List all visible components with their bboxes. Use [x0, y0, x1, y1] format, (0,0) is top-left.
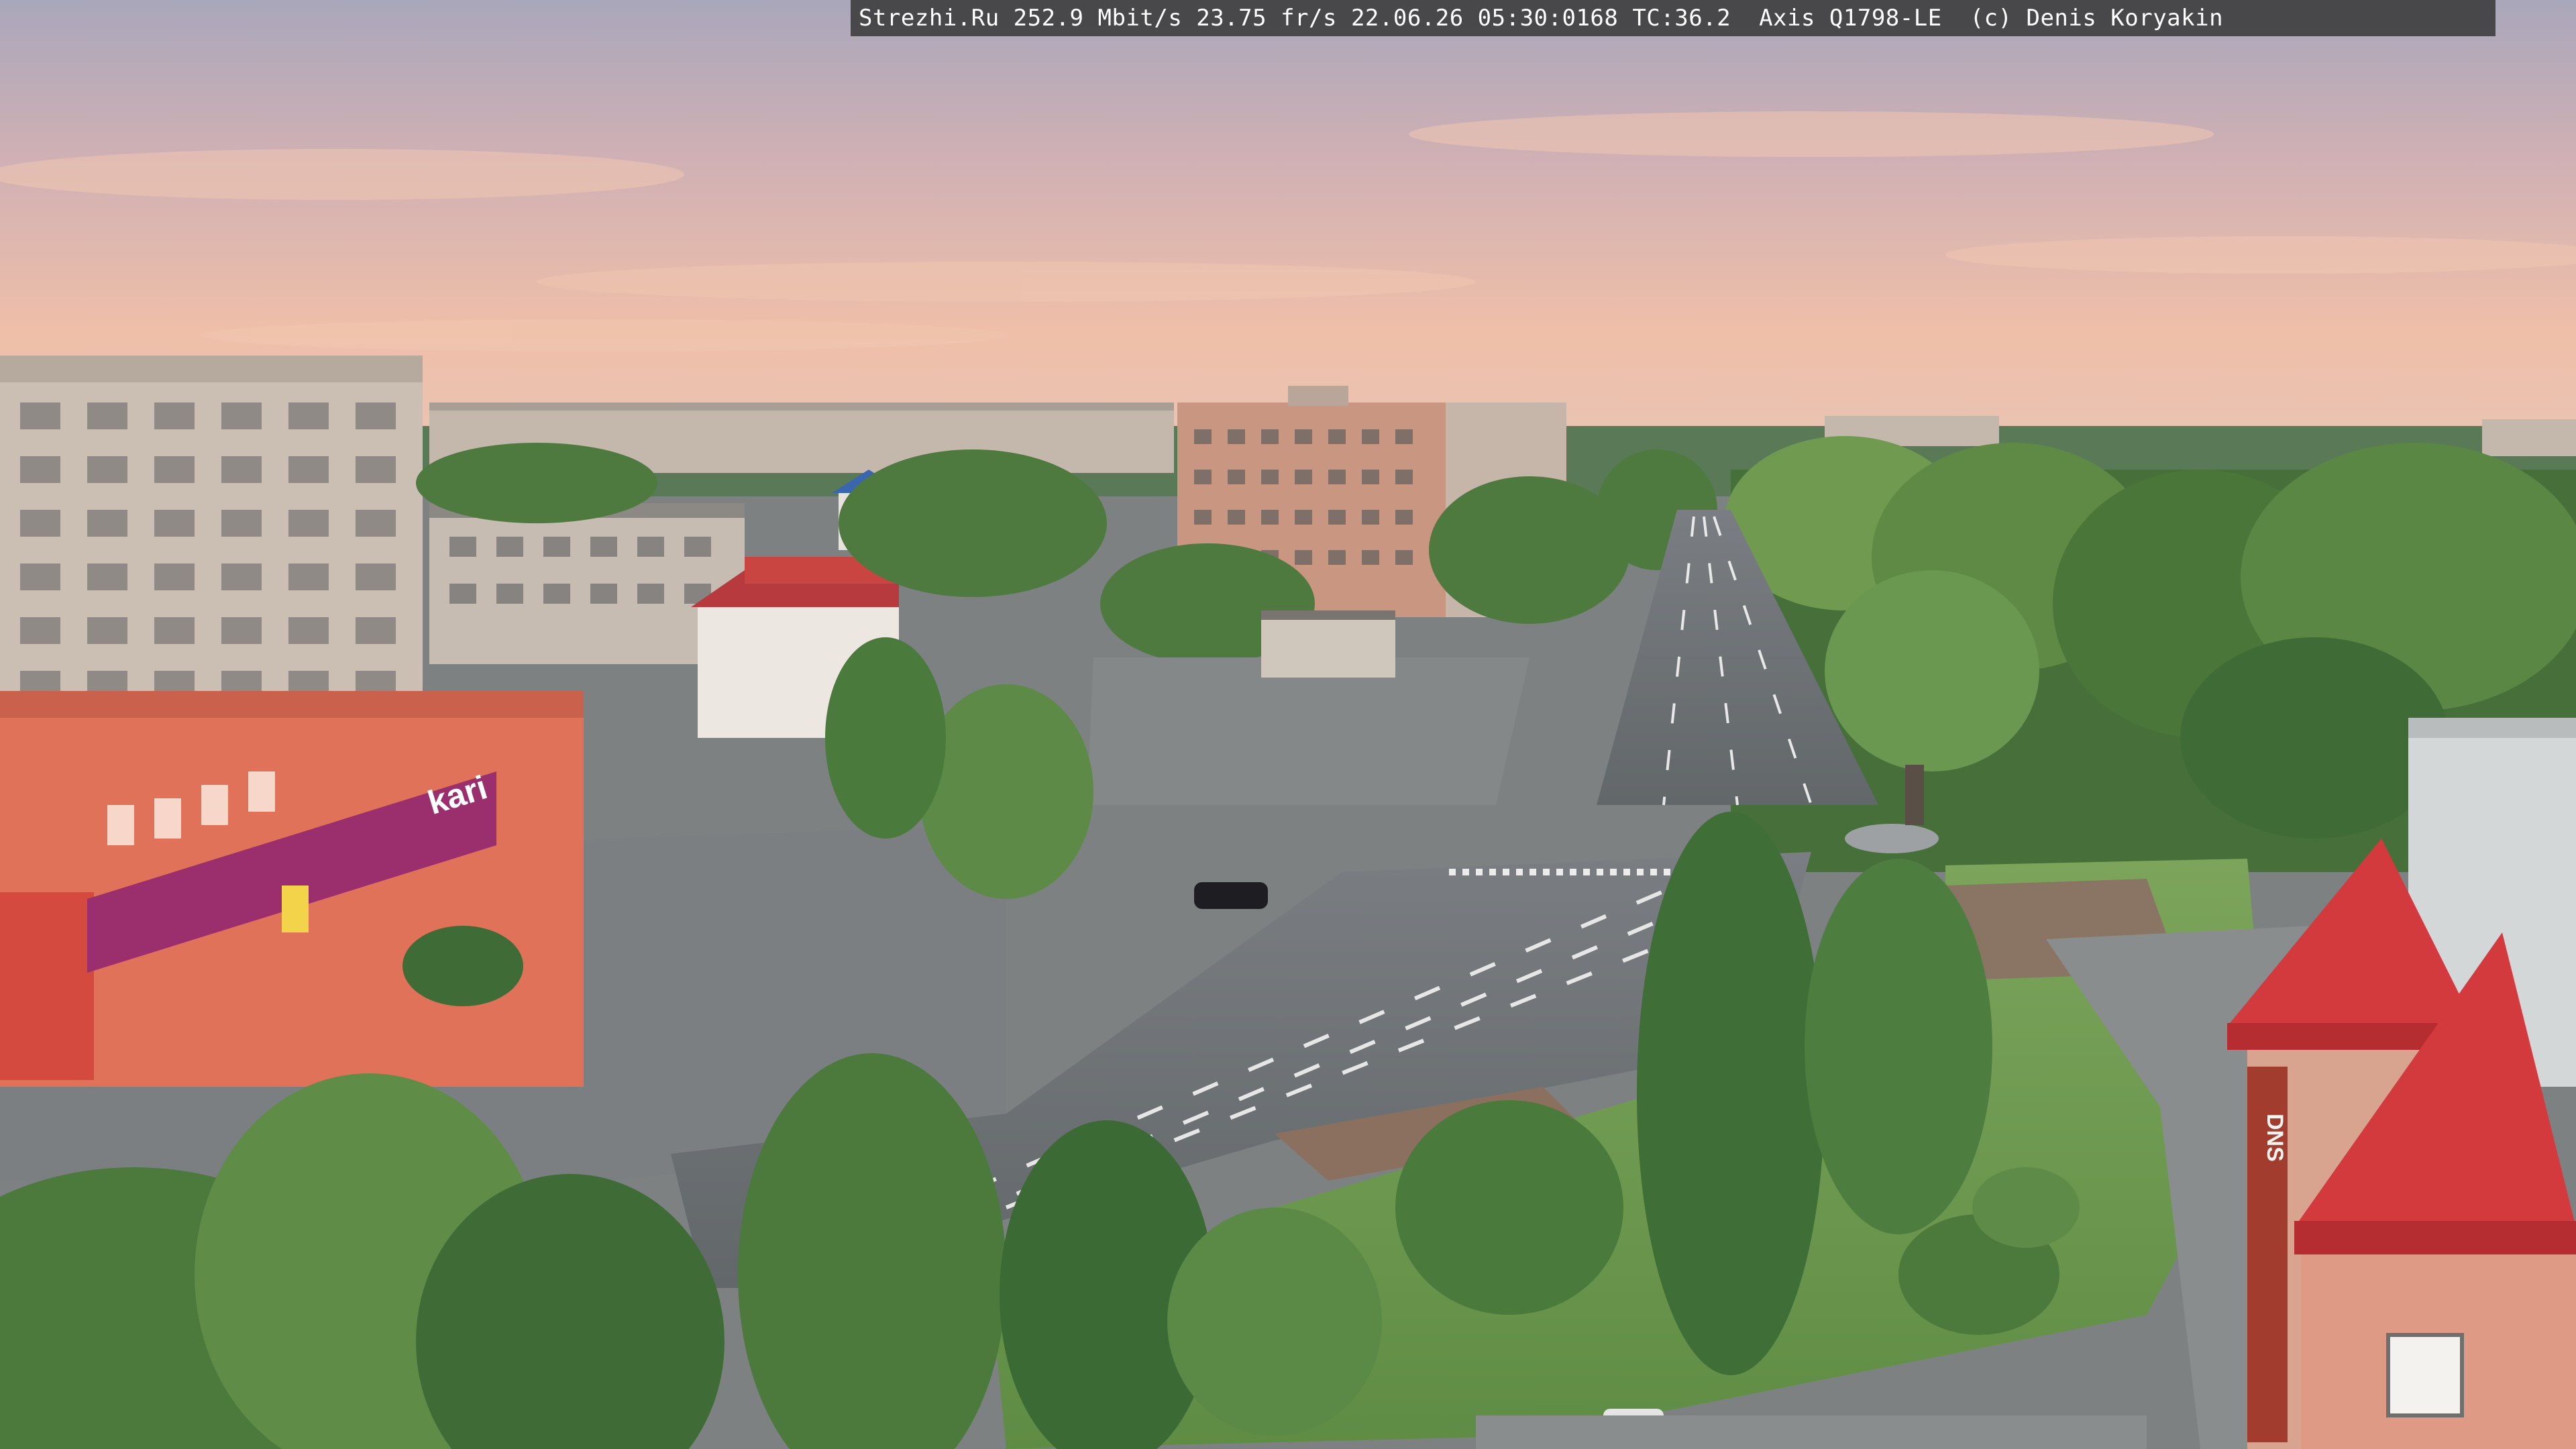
fountain	[1845, 824, 1939, 853]
statue	[1905, 765, 1924, 825]
central-plaza	[1087, 657, 1529, 805]
kari-store: kari	[0, 691, 584, 1087]
camera-info-text: Strezhi.Ru 252.9 Mbit/s 23.75 fr/s 22.06…	[859, 5, 2224, 32]
building-middle-left	[429, 503, 745, 664]
kiosk-building	[1261, 617, 1395, 678]
tower-banner-sign: DNS	[2262, 1114, 2288, 1162]
car	[1194, 882, 1268, 909]
webcam-scene: kari DNS	[0, 0, 2576, 1449]
camera-info-overlay: Strezhi.Ru 252.9 Mbit/s 23.75 fr/s 22.06…	[851, 0, 2496, 36]
